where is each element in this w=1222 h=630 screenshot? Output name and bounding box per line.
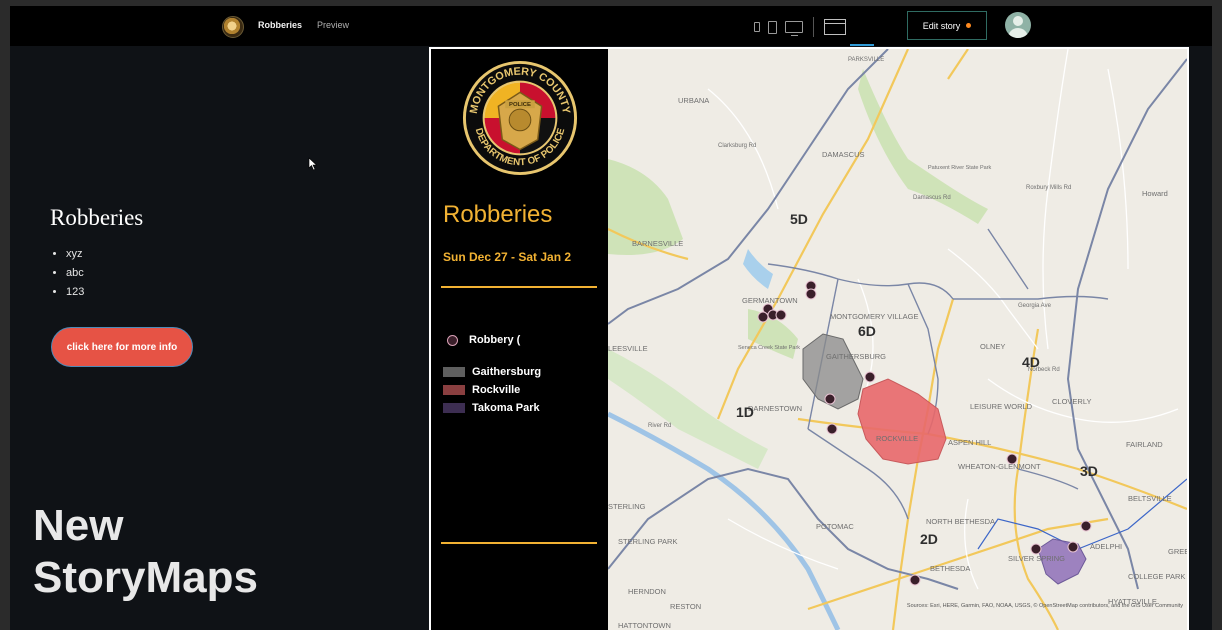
window-frame-left (0, 0, 10, 630)
map-label: STERLING (608, 502, 646, 511)
divider-line (441, 542, 597, 544)
unsaved-dot-icon (966, 23, 972, 28)
legend-label: Robbery ( (469, 334, 521, 346)
legend-label: Gaithersburg (472, 366, 542, 378)
map-label: COLLEGE PARK (1128, 572, 1185, 581)
map-label: Roxbury Mills Rd (1026, 185, 1071, 191)
bullet-item: abc (66, 267, 84, 279)
bullet-item: xyz (66, 248, 84, 260)
map-label: POTOMAC (816, 522, 854, 531)
more-info-button[interactable]: click here for more info (51, 327, 193, 367)
district-label: 1D (736, 404, 754, 420)
district-label: 3D (1080, 463, 1098, 479)
section-heading: Robberies (50, 205, 144, 230)
map-label: BETHESDA (930, 564, 970, 573)
map-label: FAIRLAND (1126, 440, 1163, 449)
map-label: NORTH BETHESDA (926, 517, 995, 526)
map-label: PARKSVILLE (848, 57, 884, 63)
district-label: 4D (1022, 354, 1040, 370)
map-label: DARNESTOWN (748, 404, 802, 413)
map-label: ASPEN HILL (948, 438, 991, 447)
map-label: LEESVILLE (608, 344, 648, 353)
active-view-indicator (850, 44, 874, 46)
device-preview-toggles (754, 17, 846, 37)
edit-story-button[interactable]: Edit story (907, 11, 987, 40)
legend-swatch (443, 385, 465, 395)
map-label: HATTONTOWN (618, 621, 671, 630)
map-label: Patuxent River State Park (928, 165, 992, 171)
story-title: Robberies (258, 20, 303, 30)
user-avatar[interactable] (1005, 12, 1031, 38)
legend-swatch (443, 403, 465, 413)
legend-label: Takoma Park (472, 402, 540, 414)
fullscreen-preview-icon[interactable] (824, 19, 846, 35)
window-frame-right (1212, 0, 1222, 630)
map-label: RESTON (670, 602, 701, 611)
legend-label: Rockville (472, 384, 521, 396)
legend-item-area: Gaithersburg (443, 366, 541, 378)
map-label: Georgia Ave (1018, 303, 1052, 309)
map-label: Damascus Rd (913, 195, 951, 201)
map-legend-panel: POLICE MONTGOMERY COUNTY DEPARTMENT OF P… (431, 49, 608, 630)
story-logo-icon (222, 16, 244, 38)
map-label: Howard (1142, 189, 1168, 198)
preview-label: Preview (317, 20, 350, 30)
county-map[interactable]: URBANA DAMASCUS BARNESVILLE GERMANTOWN M… (608, 49, 1187, 630)
edit-story-label: Edit story (922, 20, 961, 31)
desktop-preview-icon[interactable] (785, 21, 803, 36)
map-label: BELTSVILLE (1128, 494, 1172, 503)
map-label: BARNESVILLE (632, 239, 683, 248)
legend-item-robbery: Robbery ( (443, 334, 520, 346)
divider-line (441, 286, 597, 288)
legend-swatch (443, 367, 465, 377)
map-label: GAITHERSBURG (826, 352, 886, 361)
map-label: CLOVERLY (1052, 397, 1091, 406)
legend-item-area: Rockville (443, 384, 520, 396)
map-label: GERMANTOWN (742, 296, 798, 305)
district-label: 5D (790, 211, 808, 227)
map-label: DAMASCUS (822, 150, 865, 159)
map-attribution: Sources: Esri, HERE, Garmin, FAO, NOAA, … (907, 602, 1183, 609)
map-label: MONTGOMERY VILLAGE (830, 312, 919, 321)
seal-badge-text: POLICE (509, 102, 531, 108)
bullet-item: 123 (66, 286, 84, 298)
map-label: URBANA (678, 96, 709, 105)
district-label: 6D (858, 323, 876, 339)
map-label: LEISURE WORLD (970, 402, 1033, 411)
tablet-preview-icon[interactable] (768, 20, 777, 34)
watermark-line-1: New (33, 501, 124, 550)
map-label: HERNDON (628, 587, 666, 596)
watermark-line-2: StoryMaps (33, 553, 258, 602)
map-label: River Rd (648, 423, 671, 429)
map-label: OLNEY (980, 342, 1005, 351)
map-label: ROCKVILLE (876, 434, 918, 443)
map-label: WHEATON-GLENMONT (958, 462, 1041, 471)
police-seal-icon: POLICE MONTGOMERY COUNTY DEPARTMENT OF P… (462, 60, 578, 176)
map-label: STERLING PARK (618, 537, 677, 546)
embedded-map-content: POLICE MONTGOMERY COUNTY DEPARTMENT OF P… (431, 49, 1187, 630)
toolbar-divider (813, 17, 814, 37)
legend-item-area: Takoma Park (443, 402, 540, 414)
phone-preview-icon[interactable] (754, 22, 760, 32)
bullet-list: xyz abc 123 (50, 248, 84, 305)
embedded-map-frame[interactable]: POLICE MONTGOMERY COUNTY DEPARTMENT OF P… (429, 47, 1189, 630)
date-range: Sun Dec 27 - Sat Jan 2 (443, 250, 572, 264)
legend-title: Robberies (443, 201, 553, 228)
map-label: GREENBELT (1168, 547, 1187, 556)
top-bar: Robberies Preview Edit story (10, 6, 1212, 46)
district-label: 2D (920, 531, 938, 547)
robbery-marker-icon (447, 334, 458, 346)
watermark-text: New StoryMaps (33, 500, 258, 604)
map-label: SILVER SPRING (1008, 554, 1065, 563)
mouse-cursor-icon (308, 157, 318, 171)
map-label: Seneca Creek State Park (738, 345, 800, 351)
map-label: ADELPHI (1090, 542, 1122, 551)
map-label: Clarksburg Rd (718, 143, 756, 149)
